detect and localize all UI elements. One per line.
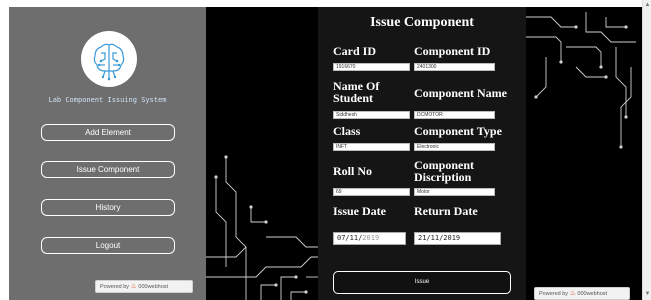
component-description-label: Component Discription [414,158,475,184]
component-name-label: Component Name [414,86,507,100]
scrollbar[interactable]: ▲ ▼ [642,0,651,300]
component-name-field[interactable]: DCMOTOR [414,111,495,119]
roll-no-label: Roll No [333,164,372,178]
powered-by-badge[interactable]: Powered by ♨ 000webhost [95,280,193,293]
issue-date-field[interactable]: 07/11/2019 [333,232,406,245]
issue-date-label: Issue Date [333,204,386,218]
return-date-label: Return Date [414,204,478,218]
powered-by-badge-right[interactable]: Powered by ♨ 000webhost [534,287,630,300]
issue-component-button[interactable]: Issue Component [41,161,175,178]
logout-button[interactable]: Logout [41,237,175,254]
roll-no-field[interactable]: 69 [333,188,410,196]
component-description-field[interactable]: Motor [414,188,495,196]
scroll-up-icon[interactable]: ▲ [644,2,651,9]
powered-by-label-right: Powered by [539,291,569,297]
component-type-label: Component Type [414,124,502,138]
class-field[interactable]: INFT [333,143,410,151]
fire-icon: ♨ [569,290,576,297]
class-label: Class [333,124,361,138]
scroll-down-icon[interactable]: ▼ [644,291,651,298]
add-element-button[interactable]: Add Element [41,124,175,141]
student-name-field[interactable]: Siddhesh [333,111,410,119]
issue-form-panel: Issue Component Card ID Component ID 191… [318,7,526,300]
history-button[interactable]: History [41,199,175,216]
component-id-label: Component ID [414,44,491,58]
issue-date-day-month: 07/11/ [337,234,363,242]
fire-icon: ♨ [130,283,137,290]
brain-circuit-icon [81,31,137,87]
host-brand-right: 000webhost [577,291,608,297]
main-area: Issue Component Card ID Component ID 191… [206,7,642,300]
system-title: Lab Component Issuing System [48,96,167,104]
student-name-label: Name Of Student [333,79,380,105]
host-brand: 000webhost [138,284,169,290]
return-date-field[interactable]: 21/11/2019 [414,232,501,245]
issue-button[interactable]: Issue [333,271,511,294]
powered-by-label: Powered by [100,284,130,290]
form-title: Issue Component [370,15,474,30]
component-id-field[interactable]: 2401300 [414,63,495,71]
sidebar: Lab Component Issuing System Add Element… [9,7,206,300]
card-id-label: Card ID [333,44,377,58]
card-id-field[interactable]: 1916670 [333,63,410,71]
component-type-field[interactable]: Electronic [414,143,495,151]
issue-date-year: 2019 [362,234,380,242]
